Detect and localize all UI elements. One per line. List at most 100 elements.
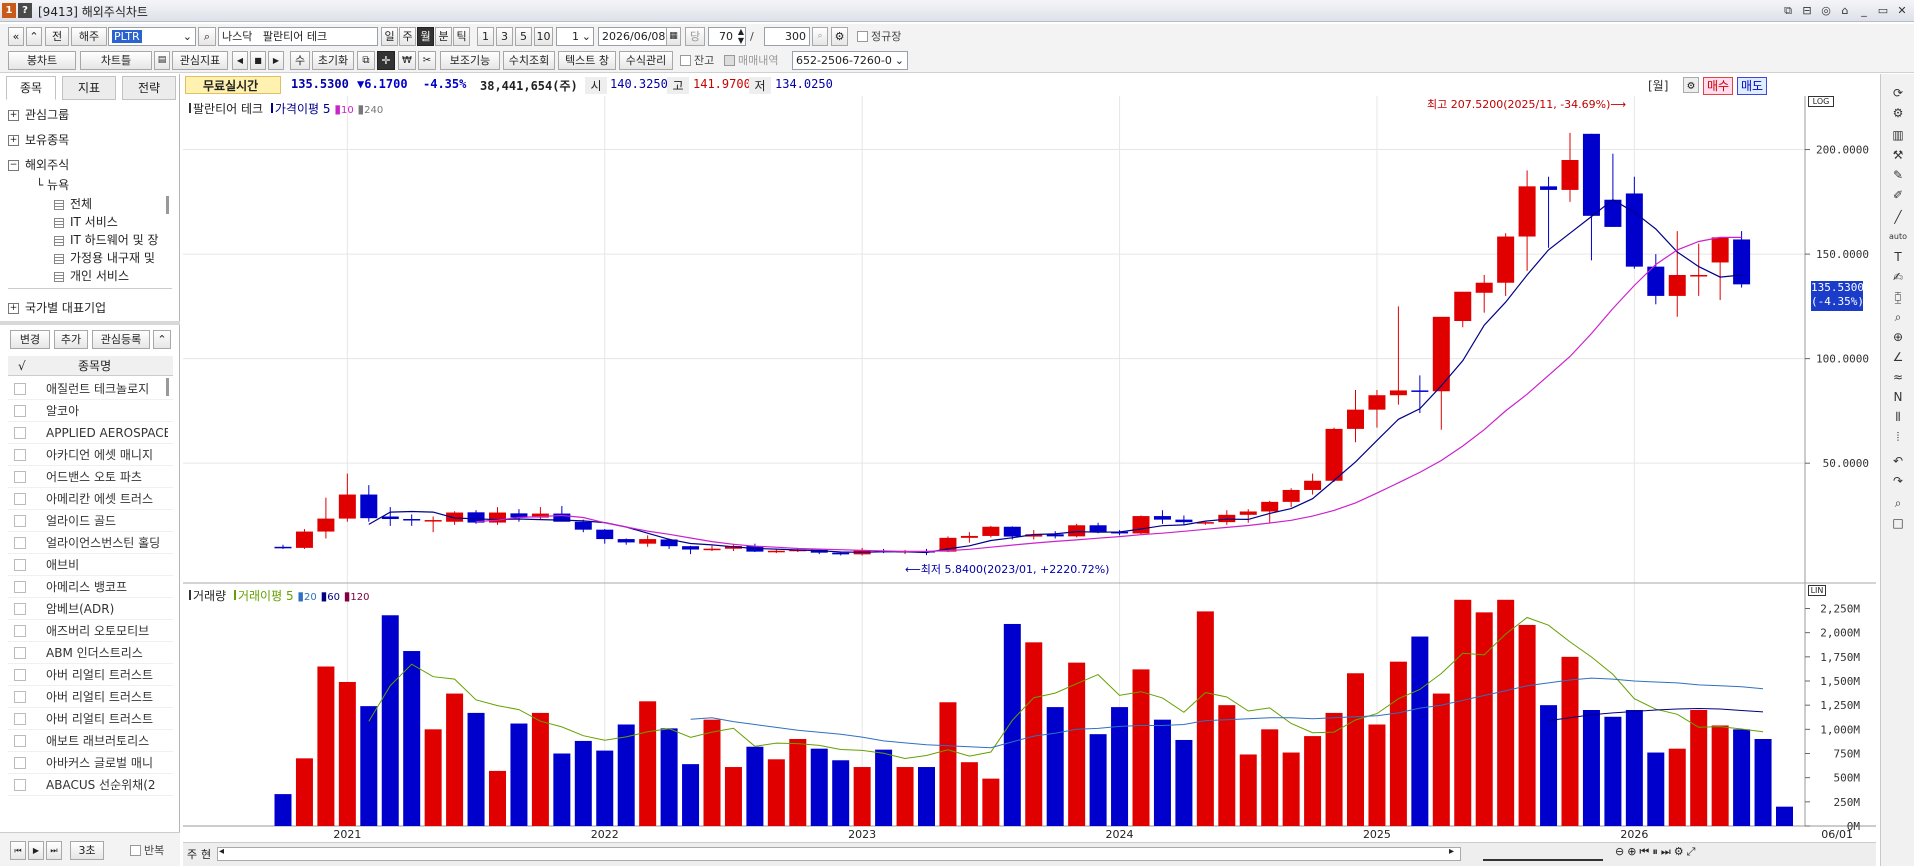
period-tick-button[interactable]: 틱 bbox=[453, 27, 470, 46]
stock-list-row[interactable]: ABM 인더스트리스 bbox=[8, 642, 173, 664]
magnifier-icon[interactable]: ⌕ bbox=[1889, 308, 1907, 326]
row-checkbox[interactable] bbox=[14, 581, 26, 593]
stock-list-row[interactable]: 아메리칸 에셋 트러스 bbox=[8, 488, 173, 510]
horizontal-scrollbar[interactable] bbox=[217, 847, 1461, 861]
list-scrollbar[interactable] bbox=[166, 378, 169, 396]
tree-overseas[interactable]: − 해외주식 bbox=[8, 156, 69, 173]
account-select[interactable]: 652-2506-7260-0 ⌄ bbox=[792, 51, 908, 70]
row-checkbox[interactable] bbox=[14, 427, 26, 439]
stock-list-row[interactable]: 얼라이드 골드 bbox=[8, 510, 173, 532]
camera-icon[interactable]: ◎ bbox=[1818, 3, 1834, 19]
stock-list-row[interactable]: 아카디언 에셋 매니지 bbox=[8, 444, 173, 466]
stop-icon[interactable]: ■ bbox=[250, 51, 266, 70]
scissors-icon[interactable]: ✂ bbox=[418, 51, 436, 70]
interval-select[interactable]: 1 ⌄ bbox=[556, 27, 594, 46]
interval-5-button[interactable]: 5 bbox=[515, 27, 532, 46]
maximize-button[interactable]: ▭ bbox=[1875, 3, 1891, 19]
row-checkbox[interactable] bbox=[14, 559, 26, 571]
row-checkbox[interactable] bbox=[14, 713, 26, 725]
expand-icon[interactable]: + bbox=[8, 110, 19, 121]
redo-icon[interactable]: ↷ bbox=[1889, 472, 1907, 490]
balance-checkbox[interactable] bbox=[680, 55, 691, 66]
regular-market-checkbox[interactable] bbox=[857, 31, 868, 42]
numeric-lookup-button[interactable]: 수치조회 bbox=[503, 51, 555, 70]
currency-icon[interactable]: ₩ bbox=[398, 51, 416, 70]
row-checkbox[interactable] bbox=[14, 405, 26, 417]
text-icon[interactable]: T bbox=[1889, 248, 1907, 266]
zoom-icon[interactable]: ⊕ bbox=[1889, 328, 1907, 346]
aux-function-button[interactable]: 보조기능 bbox=[440, 51, 500, 70]
stock-list-row[interactable]: 애브비 bbox=[8, 554, 173, 576]
zoom-slider[interactable] bbox=[1483, 847, 1603, 861]
row-checkbox[interactable] bbox=[14, 735, 26, 747]
interval-3-button[interactable]: 3 bbox=[496, 27, 513, 46]
wave-icon[interactable]: ≈ bbox=[1889, 368, 1907, 386]
search-icon[interactable]: ⌕ bbox=[1889, 494, 1907, 512]
chart-icon[interactable]: ▥ bbox=[1889, 126, 1907, 144]
stock-list-row[interactable]: ABACUS 선순위채(2 bbox=[8, 774, 173, 796]
zoom-controls[interactable]: ⊖⊕⏮⏸⏭⚙⤢ bbox=[1615, 845, 1698, 859]
chart-svg[interactable]: 50.0000100.0000150.0000200.0000 0M250M50… bbox=[183, 74, 1876, 866]
settings-button[interactable]: ⚙ bbox=[831, 27, 848, 46]
calendar-icon[interactable]: ▦ bbox=[666, 27, 681, 46]
period-daily-button[interactable]: 일 bbox=[381, 27, 398, 46]
row-checkbox[interactable] bbox=[14, 537, 26, 549]
tree-sub-item[interactable]: IT 하드웨어 및 장 bbox=[54, 231, 168, 248]
search-button[interactable]: ⌕ bbox=[198, 27, 216, 46]
expand-icon[interactable]: + bbox=[8, 135, 19, 146]
su-button[interactable]: 수 bbox=[290, 51, 310, 70]
repeat-checkbox[interactable] bbox=[130, 845, 141, 856]
add-button[interactable]: 추가 bbox=[54, 330, 88, 349]
formula-manage-button[interactable]: 수식관리 bbox=[619, 51, 673, 70]
check-all-header[interactable]: √ bbox=[18, 356, 26, 376]
today-button[interactable]: 당 bbox=[685, 27, 705, 46]
row-checkbox[interactable] bbox=[14, 603, 26, 615]
tree-country-group[interactable]: + 국가별 대표기업 bbox=[8, 299, 106, 316]
last-icon[interactable]: ⏭ bbox=[46, 841, 62, 860]
ticker-input[interactable]: PLTR ⌄ bbox=[108, 27, 196, 46]
row-checkbox[interactable] bbox=[14, 449, 26, 461]
stock-list-row[interactable]: 아바커스 글로벌 매니 bbox=[8, 752, 173, 774]
period-weekly-button[interactable]: 주 bbox=[399, 27, 416, 46]
stock-list-row[interactable]: APPLIED AEROSPACE bbox=[8, 422, 173, 444]
interval-1-button[interactable]: 1 bbox=[477, 27, 494, 46]
crosshair-icon[interactable]: ✛ bbox=[377, 51, 395, 70]
bars-icon[interactable]: ⦙ bbox=[1889, 428, 1907, 446]
split-icon[interactable]: ⊟ bbox=[1799, 3, 1815, 19]
text-window-button[interactable]: 텍스트 창 bbox=[558, 51, 616, 70]
total-input[interactable]: 300 bbox=[764, 27, 810, 46]
tile-icon[interactable]: ⧉ bbox=[1780, 3, 1796, 19]
tree-sub-item[interactable]: 전체 bbox=[54, 195, 168, 212]
spinner-icon[interactable]: ▲ ▼ bbox=[738, 28, 744, 45]
tab-stocks[interactable]: 종목 bbox=[6, 76, 56, 100]
scroll-left-icon[interactable]: ◂ bbox=[219, 846, 224, 857]
nav-prev-button[interactable]: « bbox=[8, 27, 24, 46]
stock-list-row[interactable]: 아버 리얼티 트러스트 bbox=[8, 708, 173, 730]
zoom-icon[interactable]: ⌕ bbox=[812, 27, 828, 46]
row-checkbox[interactable] bbox=[14, 471, 26, 483]
pen-icon[interactable]: ✎ bbox=[1889, 166, 1907, 184]
layout-icon[interactable]: ⧉ bbox=[357, 51, 375, 70]
stock-name-field[interactable]: 나스닥 팔란티어 테크 bbox=[218, 27, 378, 46]
prev-stock-button[interactable]: 전 bbox=[45, 27, 69, 46]
help-icon[interactable]: ? bbox=[18, 3, 32, 18]
row-checkbox[interactable] bbox=[14, 515, 26, 527]
chart-frame-button[interactable]: 차트틀 bbox=[80, 51, 152, 70]
row-checkbox[interactable] bbox=[14, 691, 26, 703]
tab-strategy[interactable]: 전략 bbox=[122, 76, 176, 100]
gear-icon[interactable]: ⚙ bbox=[1889, 104, 1907, 122]
period-monthly-button[interactable]: 월 bbox=[417, 27, 434, 46]
interest-indicator-button[interactable]: 관심지표 bbox=[172, 51, 228, 70]
stock-list-row[interactable]: 아메리스 뱅코프 bbox=[8, 576, 173, 598]
pencil-icon[interactable]: ✐ bbox=[1889, 186, 1907, 204]
row-checkbox[interactable] bbox=[14, 493, 26, 505]
log-scale-badge[interactable]: LOG bbox=[1808, 96, 1834, 107]
stock-list-row[interactable]: 어드밴스 오토 파츠 bbox=[8, 466, 173, 488]
expand-icon[interactable]: + bbox=[8, 303, 19, 314]
collapse-list-button[interactable]: ⌃ bbox=[153, 330, 171, 349]
brush-icon[interactable]: ✍ bbox=[1889, 268, 1907, 286]
scroll-right-icon[interactable]: ▶ bbox=[268, 51, 284, 70]
table-icon[interactable]: ▤ bbox=[154, 51, 170, 70]
scroll-right-icon[interactable]: ▸ bbox=[1449, 846, 1454, 857]
tree-sub-item[interactable]: 개인 서비스 bbox=[54, 267, 168, 284]
